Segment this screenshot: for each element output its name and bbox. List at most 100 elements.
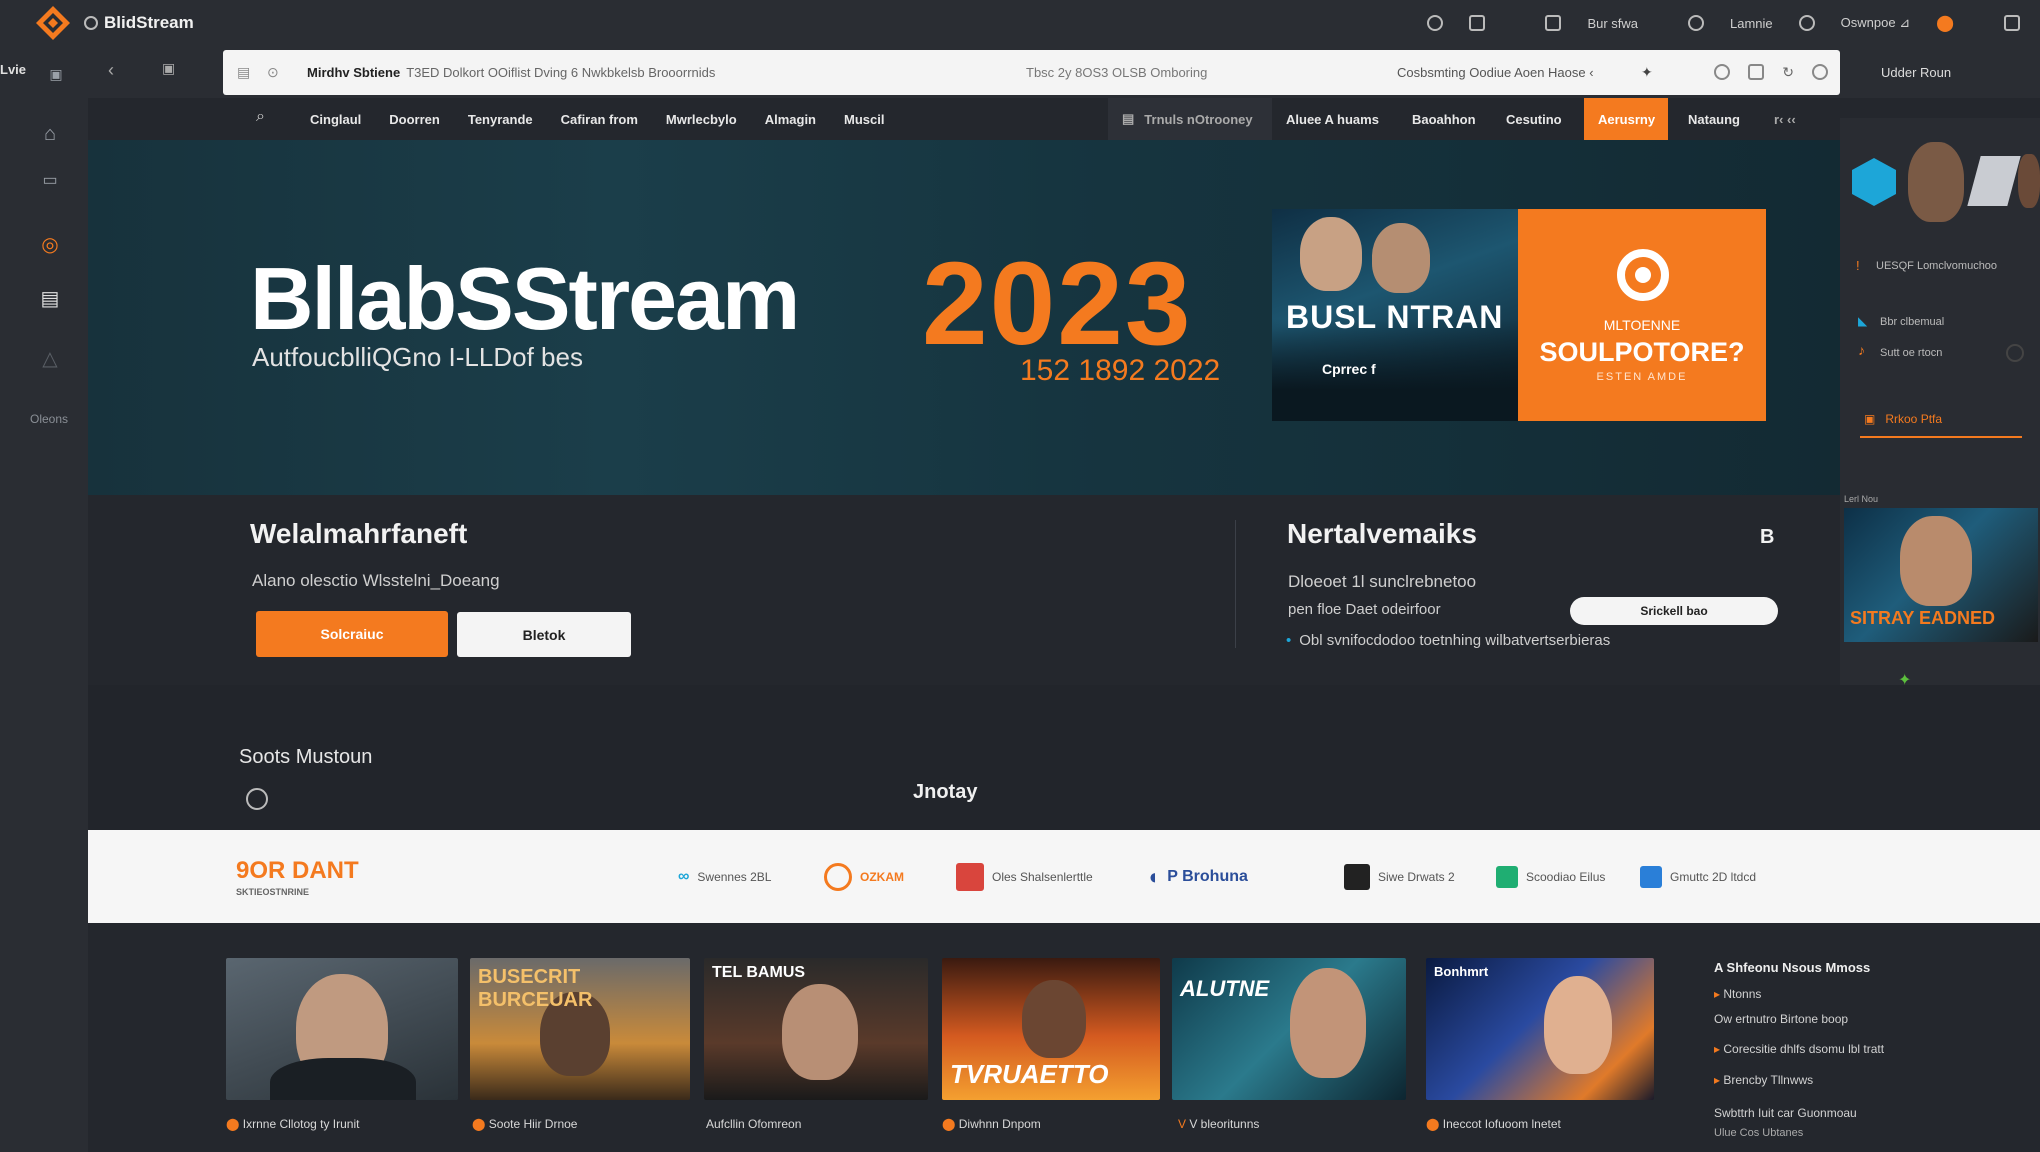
refresh-icon[interactable]: ↻ [1782, 64, 1794, 81]
search-icon[interactable]: ◎ [38, 232, 62, 256]
partner-item-7[interactable]: Gmuttc 2D ltdcd [1640, 830, 1756, 923]
actor-face-image [1544, 976, 1612, 1074]
partner-logo-icon [824, 862, 852, 891]
card-caption-4[interactable]: ⬤ Diwhnn Dnpom [942, 1117, 1041, 1131]
window-icon[interactable] [1469, 15, 1486, 31]
app-logo-icon[interactable] [34, 4, 72, 42]
partner-item-3[interactable]: Oles Shalsenlerttle [956, 830, 1093, 923]
display-icon[interactable]: ▤ [38, 286, 62, 310]
maximize-icon[interactable] [2004, 15, 2020, 31]
card-caption-1[interactable]: ⬤ Ixrnne Cllotog ty Irunit [226, 1117, 359, 1131]
toggle-icon[interactable] [2006, 344, 2024, 362]
secondary-button[interactable]: Bletok [457, 612, 631, 657]
hex-logo-icon[interactable] [1852, 158, 1896, 206]
avatar[interactable] [1908, 142, 1964, 222]
poster2-top: MLTOENNE [1603, 317, 1681, 333]
news-item-1[interactable]: ▸ Ntonns [1714, 987, 1761, 1001]
nav-item-1[interactable]: Cinglaul [310, 112, 361, 127]
news-item-3[interactable]: ▸ Corecsitie dhlfs dsomu lbl tratt [1714, 1042, 1884, 1056]
avatar[interactable] [2018, 154, 2040, 208]
news-item-5[interactable]: Swbttrh Iuit car Guonmoau [1714, 1106, 1857, 1120]
nav-segment-5-active[interactable]: Aerusrny [1584, 98, 1668, 140]
nav-search-icon[interactable]: ⌕ [256, 108, 265, 126]
nav-item-5[interactable]: Mwrlecbylo [666, 112, 737, 127]
location-pin-icon[interactable]: ⬤ [1936, 13, 1954, 33]
back-arrow-icon[interactable]: ‹ [108, 60, 114, 81]
card-caption-6[interactable]: ⬤ Ineccot Iofuoom lnetet [1426, 1117, 1561, 1131]
address-bar[interactable]: ▤ ⊙ Mirdhv Sbtiene T3ED Dolkort OOiflist… [223, 50, 1840, 95]
topbar-item-1[interactable]: Bur sfwa [1587, 16, 1638, 31]
nav-item-7[interactable]: Muscil [844, 112, 884, 127]
top-bar: BlidStream Bur sfwa Lamnie Oswnpoe ⊿ ⬤ [0, 0, 2040, 46]
nav-item-4[interactable]: Cafiran from [561, 112, 638, 127]
card-caption-3[interactable]: Aufcllin Ofomreon [706, 1117, 801, 1131]
sidebar-top-strip [1840, 98, 2040, 118]
partner-item-4[interactable]: ◖ P Brohuna [1146, 830, 1248, 923]
topbar-item-3[interactable]: Oswnpoe ⊿ [1841, 15, 1910, 31]
nav-item-6[interactable]: Almagin [765, 112, 816, 127]
nav-segment-1[interactable]: ▤ Trnuls nOtrooney [1108, 98, 1272, 140]
partner-item-2[interactable]: OZKAM [824, 830, 904, 923]
content-card-4[interactable]: TVRUAETTO [942, 958, 1160, 1100]
settings-icon[interactable] [1798, 15, 1815, 31]
menu-icon[interactable] [1812, 64, 1828, 80]
layout-icon[interactable] [1545, 15, 1562, 31]
shield-icon[interactable] [1714, 64, 1731, 80]
network-badge[interactable]: B [1760, 526, 1774, 549]
network-button[interactable]: Srickell bao [1570, 597, 1778, 625]
sidebar-thumbnail[interactable]: SITRAY EADNED [1844, 508, 2038, 642]
panel-icon[interactable]: ▣ [44, 62, 68, 86]
nav-segment-2[interactable]: Aluee A huams [1272, 98, 1393, 140]
window-icon[interactable]: ▭ [38, 168, 62, 192]
content-card-1[interactable] [226, 958, 458, 1100]
content-card-3[interactable]: TEL BAMUS [704, 958, 928, 1100]
address-right: Cosbsmting Oodiue Aoen Haose ‹ [1397, 65, 1594, 80]
rail-bottom-label[interactable]: Oleons [30, 412, 68, 426]
partner-item-5[interactable]: Siwe Drwats 2 [1344, 830, 1455, 923]
nav-segment-4[interactable]: Cesutino [1492, 98, 1576, 140]
network-bullet-row: • Obl svnifocdodoo toetnhing wilbatvertse… [1286, 632, 1610, 649]
featured-poster-2[interactable]: MLTOENNE SOULPOTORE? ESTEN AMDE [1518, 209, 1766, 421]
share-icon[interactable] [1748, 64, 1765, 80]
sidebar-line3[interactable]: Sutt oe rtocn [1880, 347, 1942, 359]
nav-item-2[interactable]: Doorren [389, 112, 440, 127]
content-card-5[interactable]: ALUTNE [1172, 958, 1406, 1100]
nav-item-3[interactable]: Tenyrande [468, 112, 533, 127]
topbar-item-2[interactable]: Lamnie [1730, 16, 1773, 31]
nav-segment-6[interactable]: Nataung [1674, 98, 1754, 140]
chat-icon[interactable] [1688, 15, 1705, 31]
news-item-2[interactable]: Ow ertnutro Birtone boop [1714, 1012, 1848, 1026]
featured-poster-1[interactable]: BUSL NTRAN Cprrec f [1272, 209, 1518, 421]
partner-item-6[interactable]: Scoodiao Eilus [1496, 830, 1605, 923]
content-card-2[interactable]: BUSECRIT BURCEUAR [470, 958, 690, 1100]
music-icon: ♪ [1858, 342, 1865, 358]
partner-label: Scoodiao Eilus [1526, 869, 1606, 884]
nav-segment-3[interactable]: Baoahhon [1398, 98, 1490, 140]
card-caption-2[interactable]: ⬤ Soote Hiir Drnoe [472, 1117, 577, 1131]
card-caption-5[interactable]: V V bleoritunns [1178, 1117, 1259, 1131]
user-icon[interactable] [1427, 15, 1444, 31]
primary-button[interactable]: Solcraiuc [256, 611, 448, 657]
app-brand[interactable]: BlidStream [84, 13, 194, 33]
sidebar-line2[interactable]: Bbr clbemual [1880, 316, 1944, 328]
hero-year: 2023 [922, 238, 1193, 370]
news-item-6[interactable]: Ulue Cos Ubtanes [1714, 1127, 1803, 1139]
bullet-icon: ▸ [1714, 1073, 1724, 1087]
partner-brand[interactable]: 9OR DANT SKTIEOSTNRINE [236, 830, 359, 923]
poster1-sub: Cprrec f [1322, 361, 1376, 377]
triangle-icon[interactable]: △ [38, 346, 62, 370]
sidebar-line1[interactable]: UESQF Lomclvomuchoo [1876, 260, 1997, 272]
tab-icon[interactable]: ▣ [162, 60, 175, 77]
star-icon[interactable]: ✦ [1641, 64, 1653, 81]
news-item-4[interactable]: ▸ Brencby Tllnwws [1714, 1073, 1813, 1087]
side-caption[interactable]: Udder Roun [1845, 50, 2040, 95]
sidebar-action[interactable]: ▣ Rrkoo Ptfa [1864, 412, 1942, 426]
welcome-title: Welalmahrfaneft [250, 518, 468, 549]
spinner-icon[interactable] [246, 788, 268, 810]
partner-item-1[interactable]: ∞ Swennes 2BL [678, 830, 771, 923]
brand-mark-icon[interactable] [1967, 156, 2021, 206]
hero-year-sub: 152 1892 2022 [1020, 354, 1221, 387]
nav-segment-7[interactable]: r‹ ‹‹ [1760, 98, 1810, 140]
home-icon[interactable]: ⌂ [38, 122, 62, 146]
content-card-6[interactable]: Bonhmrt [1426, 958, 1654, 1100]
